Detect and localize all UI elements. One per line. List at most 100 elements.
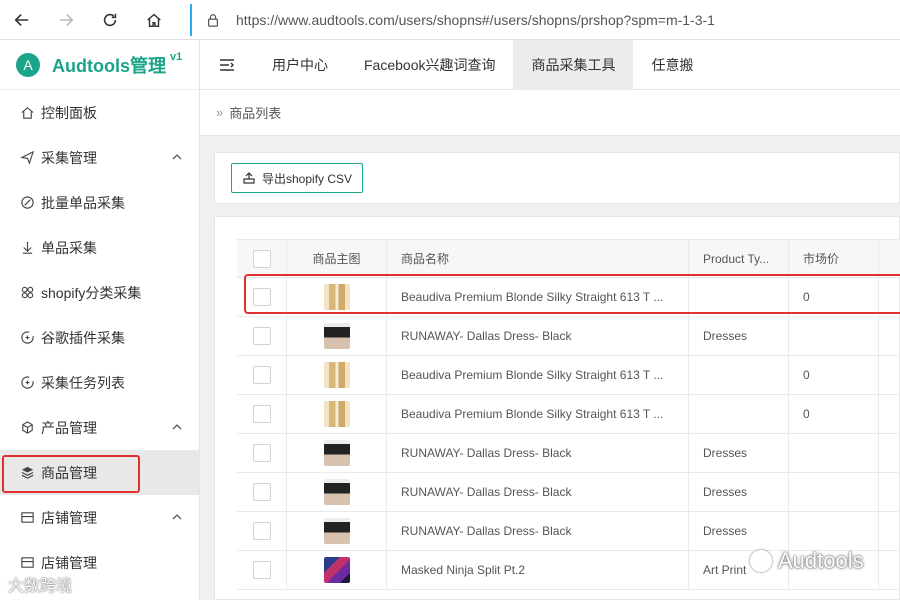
product-thumbnail[interactable] — [323, 362, 350, 388]
row-image-cell — [287, 550, 387, 590]
row-extra — [879, 278, 900, 317]
header-extra — [879, 239, 900, 278]
row-checkbox[interactable] — [252, 444, 271, 462]
row-price — [789, 316, 879, 356]
address-bar[interactable]: https://www.audtools.com/users/shopns#/u… — [190, 4, 900, 36]
row-checkbox-cell — [237, 472, 287, 512]
sidebar-item-label: 单品采集 — [41, 239, 97, 256]
row-checkbox[interactable] — [252, 405, 271, 423]
row-name[interactable]: RUNAWAY- Dallas Dress- Black — [387, 316, 689, 356]
row-name[interactable]: Beaudiva Premium Blonde Silky Straight 6… — [387, 277, 689, 317]
sidebar-item-label: shopify分类采集 — [41, 284, 142, 301]
table-header-row: 商品主图 商品名称 Product Ty... 市场价 — [237, 239, 900, 278]
tab-product-collection-tool[interactable]: 商品采集工具 — [513, 39, 634, 90]
row-image-cell — [287, 472, 387, 512]
row-checkbox[interactable] — [252, 288, 271, 306]
sidebar-item-label: 采集管理 — [41, 149, 97, 166]
row-checkbox-cell — [237, 511, 287, 551]
top-navigation: 用户中心 Facebook兴趣词查询 商品采集工具 任意搬 — [200, 39, 900, 90]
breadcrumb-current: 商品列表 — [229, 106, 282, 121]
header-image[interactable]: 商品主图 — [287, 239, 387, 278]
row-name[interactable]: RUNAWAY- Dallas Dress- Black — [387, 433, 689, 473]
sidebar-item-shopify-category[interactable]: shopify分类采集 — [0, 270, 199, 315]
sidebar-item-label: 控制面板 — [41, 104, 97, 121]
product-thumbnail[interactable] — [323, 479, 350, 505]
brand[interactable]: A Audtools管理 v1 — [0, 40, 199, 90]
row-checkbox[interactable] — [252, 366, 271, 384]
row-price: 0 — [789, 394, 879, 434]
sidebar-item-task-list[interactable]: 采集任务列表 — [0, 360, 199, 405]
row-type — [689, 277, 789, 317]
product-thumbnail[interactable] — [323, 401, 350, 427]
export-shopify-csv-button[interactable]: 导出shopify CSV — [231, 163, 364, 193]
reload-button[interactable] — [88, 0, 132, 40]
product-thumbnail[interactable] — [323, 284, 350, 310]
sidebar-item-store-management[interactable]: 店铺管理 — [0, 495, 199, 540]
sidebar-item-product-management[interactable]: 产品管理 — [0, 405, 199, 450]
sidebar-item-label: 产品管理 — [41, 419, 97, 436]
row-name[interactable]: Beaudiva Premium Blonde Silky Straight 6… — [387, 394, 689, 434]
row-extra — [879, 434, 900, 473]
table-row[interactable]: Beaudiva Premium Blonde Silky Straight 6… — [237, 394, 900, 434]
product-thumbnail[interactable] — [323, 557, 350, 583]
breadcrumb: » 商品列表 — [200, 90, 900, 136]
url-text: https://www.audtools.com/users/shopns#/u… — [236, 12, 715, 28]
sidebar-item-label: 店铺管理 — [41, 554, 97, 571]
row-checkbox[interactable] — [252, 483, 271, 501]
header-type[interactable]: Product Ty... — [689, 239, 789, 278]
sidebar-item-dashboard[interactable]: 控制面板 — [0, 90, 199, 135]
row-type: Dresses — [689, 433, 789, 473]
table-row[interactable]: RUNAWAY- Dallas Dress- Black Dresses — [237, 316, 900, 356]
row-checkbox[interactable] — [252, 561, 271, 579]
row-name[interactable]: Masked Ninja Split Pt.2 — [387, 550, 689, 590]
header-name[interactable]: 商品名称 — [387, 239, 689, 278]
row-price: 0 — [789, 277, 879, 317]
chevron-up-icon — [172, 154, 182, 160]
table-row[interactable]: Beaudiva Premium Blonde Silky Straight 6… — [237, 277, 900, 317]
row-checkbox-cell — [237, 316, 287, 356]
row-name[interactable]: Beaudiva Premium Blonde Silky Straight 6… — [387, 355, 689, 395]
row-checkbox[interactable] — [252, 522, 271, 540]
row-image-cell — [287, 394, 387, 434]
browser-toolbar: https://www.audtools.com/users/shopns#/u… — [0, 0, 900, 40]
row-checkbox[interactable] — [252, 327, 271, 345]
menu-toggle-button[interactable] — [200, 40, 254, 90]
watermark-right: Audtools — [750, 548, 864, 574]
row-image-cell — [287, 433, 387, 473]
product-thumbnail[interactable] — [323, 518, 350, 544]
header-checkbox-cell — [237, 239, 287, 278]
product-thumbnail[interactable] — [323, 323, 350, 349]
download-arrow-icon — [20, 240, 35, 255]
sidebar-item-google-plugin[interactable]: 谷歌插件采集 — [0, 315, 199, 360]
back-button[interactable] — [0, 0, 44, 40]
row-price — [789, 511, 879, 551]
forward-button[interactable] — [44, 0, 88, 40]
chevron-up-icon — [172, 424, 182, 430]
arrow-right-icon — [59, 13, 74, 26]
product-thumbnail[interactable] — [323, 440, 350, 466]
menu-collapse-icon — [220, 58, 234, 71]
select-all-checkbox[interactable] — [252, 249, 271, 268]
table-row[interactable]: RUNAWAY- Dallas Dress- Black Dresses — [237, 511, 900, 551]
home-button[interactable] — [132, 0, 176, 40]
header-price[interactable]: 市场价 — [789, 239, 879, 278]
double-chevron-icon: » — [216, 105, 224, 120]
row-name[interactable]: RUNAWAY- Dallas Dress- Black — [387, 472, 689, 512]
table-row[interactable]: RUNAWAY- Dallas Dress- Black Dresses — [237, 472, 900, 512]
table-row[interactable]: RUNAWAY- Dallas Dress- Black Dresses — [237, 433, 900, 473]
tab-facebook-interest[interactable]: Facebook兴趣词查询 — [346, 40, 513, 90]
brand-version: v1 — [170, 50, 183, 63]
row-name[interactable]: RUNAWAY- Dallas Dress- Black — [387, 511, 689, 551]
sidebar-item-collection-management[interactable]: 采集管理 — [0, 135, 199, 180]
tab-anything-move[interactable]: 任意搬 — [633, 40, 711, 90]
row-type: Dresses — [689, 316, 789, 356]
sidebar-item-batch-collection[interactable]: 批量单品采集 — [0, 180, 199, 225]
sidebar-item-label: 批量单品采集 — [41, 194, 125, 211]
chevron-up-icon — [172, 514, 182, 520]
sidebar-item-goods-management[interactable]: 商品管理 — [0, 450, 199, 495]
table-row[interactable]: Beaudiva Premium Blonde Silky Straight 6… — [237, 355, 900, 395]
tab-user-center[interactable]: 用户中心 — [254, 40, 346, 90]
row-image-cell — [287, 316, 387, 356]
sidebar-item-single-collection[interactable]: 单品采集 — [0, 225, 199, 270]
link-icon — [20, 195, 35, 210]
